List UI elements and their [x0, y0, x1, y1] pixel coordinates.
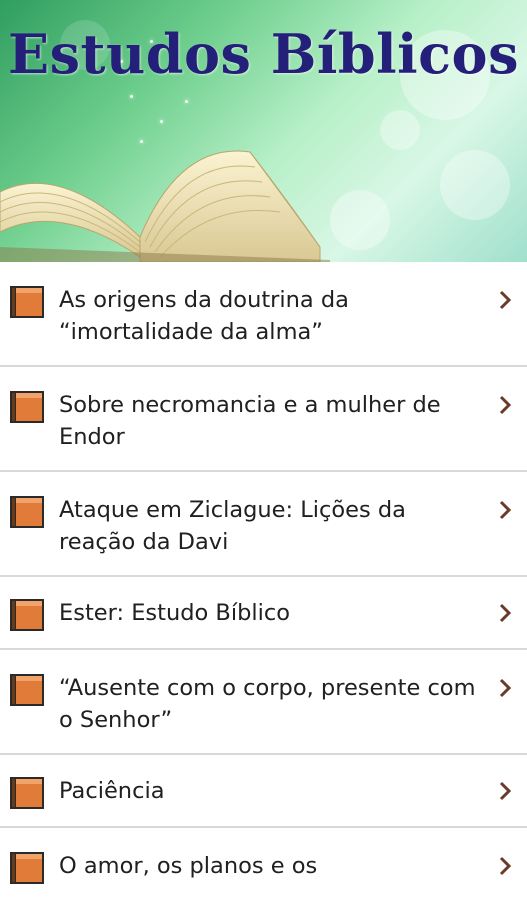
app-title: Estudos Bíblicos — [8, 22, 519, 86]
list-item-label: Ester: Estudo Bíblico — [59, 600, 291, 626]
chevron-right-icon[interactable] — [495, 775, 515, 807]
list-item-label: “Ausente com o corpo, presente com o Sen… — [59, 675, 476, 733]
open-book-illustration — [0, 150, 330, 262]
chevron-right-icon[interactable] — [495, 389, 515, 421]
book-icon — [10, 391, 44, 423]
list-item-label: O amor, os planos e os — [59, 853, 318, 879]
sparkle-decoration — [185, 100, 188, 103]
list-item[interactable]: “Ausente com o corpo, presente com o Sen… — [0, 650, 527, 755]
book-icon — [10, 286, 44, 318]
chevron-right-icon[interactable] — [495, 597, 515, 629]
list-item-label: As origens da doutrina da “imortalidade … — [59, 287, 349, 345]
header-banner: Estudos Bíblicos — [0, 0, 527, 262]
chevron-right-icon[interactable] — [495, 850, 515, 882]
book-icon — [10, 852, 44, 884]
book-icon — [10, 674, 44, 706]
list-item[interactable]: Ataque em Ziclague: Lições da reação da … — [0, 472, 527, 577]
list-item[interactable]: Ester: Estudo Bíblico — [0, 577, 527, 650]
book-icon — [10, 599, 44, 631]
list-item[interactable]: As origens da doutrina da “imortalidade … — [0, 262, 527, 367]
bokeh-decoration — [440, 150, 510, 220]
study-list: As origens da doutrina da “imortalidade … — [0, 262, 527, 900]
book-icon — [10, 496, 44, 528]
list-item[interactable]: Paciência — [0, 755, 527, 828]
chevron-right-icon[interactable] — [495, 284, 515, 316]
sparkle-decoration — [130, 95, 133, 98]
chevron-right-icon[interactable] — [495, 494, 515, 526]
bokeh-decoration — [380, 110, 420, 150]
list-item[interactable]: O amor, os planos e os — [0, 828, 527, 900]
list-item-label: Ataque em Ziclague: Lições da reação da … — [59, 497, 406, 555]
book-icon — [10, 777, 44, 809]
list-item-label: Paciência — [59, 778, 165, 804]
list-item[interactable]: Sobre necromancia e a mulher de Endor — [0, 367, 527, 472]
list-item-label: Sobre necromancia e a mulher de Endor — [59, 392, 441, 450]
bokeh-decoration — [330, 190, 390, 250]
chevron-right-icon[interactable] — [495, 672, 515, 704]
